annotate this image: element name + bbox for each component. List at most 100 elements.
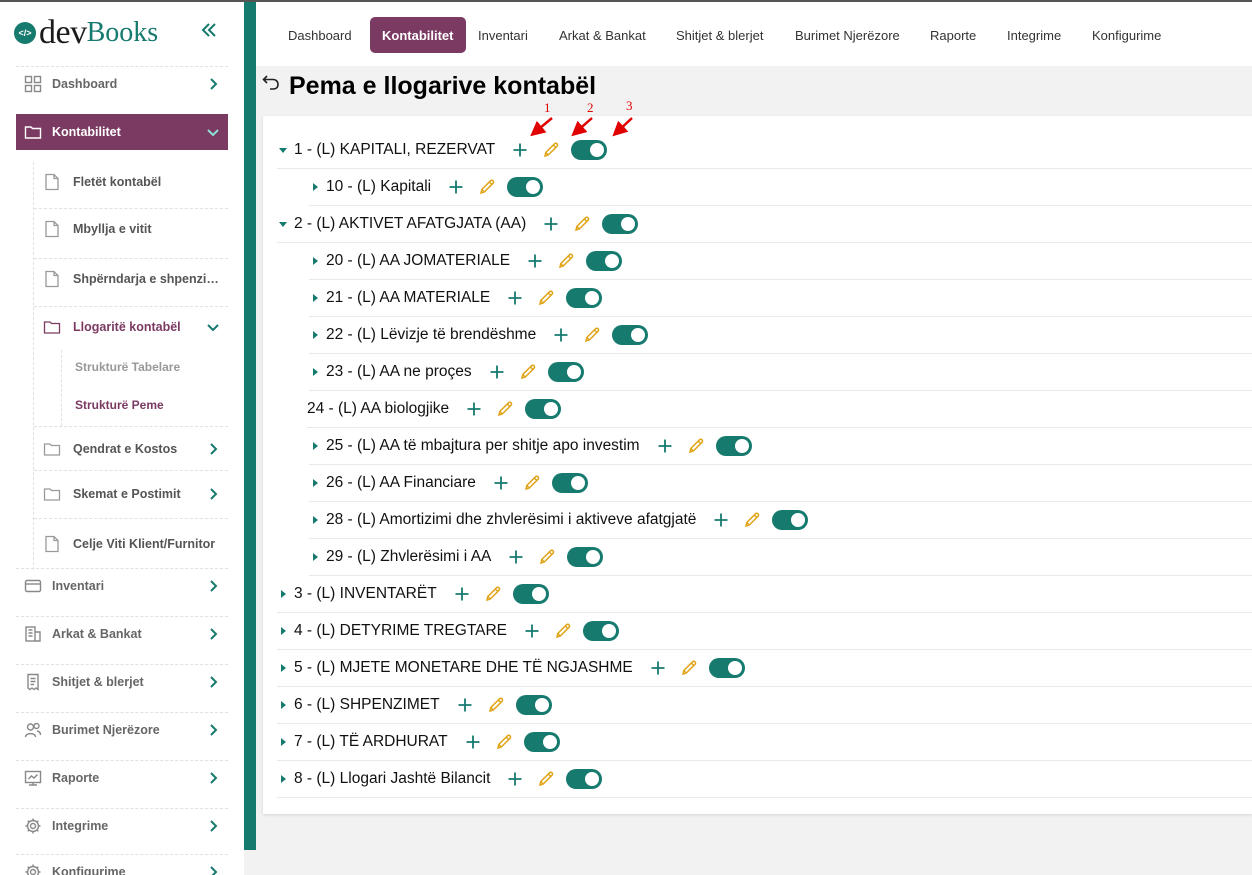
active-toggle[interactable] — [551, 473, 588, 493]
tree-node[interactable]: 26 - (L) AA Financiare — [309, 465, 1252, 502]
sidebar-item-raporte[interactable]: Raporte — [16, 760, 228, 794]
plus-icon[interactable] — [451, 583, 473, 605]
pencil-icon[interactable] — [571, 213, 593, 235]
active-toggle[interactable] — [612, 325, 649, 345]
active-toggle[interactable] — [523, 732, 560, 752]
active-toggle[interactable] — [708, 658, 745, 678]
sidebar-subsubitem-struktura-peme[interactable]: Strukturë Peme — [62, 386, 228, 424]
pencil-icon[interactable] — [517, 361, 539, 383]
sidebar-subitem-fletet-kontabel[interactable]: Fletët kontabël — [34, 162, 228, 202]
pencil-icon[interactable] — [476, 176, 498, 198]
active-toggle[interactable] — [515, 695, 552, 715]
plus-icon[interactable] — [550, 324, 572, 346]
sidebar-item-konfigurime[interactable]: Konfigurime — [16, 854, 228, 875]
plus-icon[interactable] — [445, 176, 467, 198]
active-toggle[interactable] — [715, 436, 752, 456]
tree-node[interactable]: 7 - (L) TË ARDHURAT — [277, 724, 1252, 761]
tree-node[interactable]: 22 - (L) Lëvizje të brendëshme — [309, 317, 1252, 354]
sidebar-item-kontabilitet[interactable]: Kontabilitet — [16, 114, 228, 150]
sidebar-item-integrime[interactable]: Integrime — [16, 808, 228, 842]
sidebar-subitem-shperndarja[interactable]: Shpërndarja e shpenzimeve — [34, 258, 228, 298]
caret-right-icon[interactable] — [277, 736, 289, 748]
caret-right-icon[interactable] — [309, 440, 321, 452]
tree-node[interactable]: 21 - (L) AA MATERIALE — [309, 280, 1252, 317]
tab-raporte[interactable]: Raporte — [918, 17, 988, 53]
plus-icon[interactable] — [462, 731, 484, 753]
active-toggle[interactable] — [602, 214, 639, 234]
active-toggle[interactable] — [566, 769, 603, 789]
caret-right-icon[interactable] — [277, 588, 289, 600]
pencil-icon[interactable] — [741, 509, 763, 531]
plus-icon[interactable] — [521, 620, 543, 642]
caret-right-icon[interactable] — [277, 773, 289, 785]
plus-icon[interactable] — [710, 509, 732, 531]
tab-konfigurime[interactable]: Konfigurime — [1080, 17, 1173, 53]
pencil-icon[interactable] — [535, 287, 557, 309]
active-toggle[interactable] — [525, 399, 562, 419]
sidebar-subsubitem-struktura-tabelare[interactable]: Strukturë Tabelare — [62, 348, 228, 386]
active-toggle[interactable] — [586, 251, 623, 271]
caret-right-icon[interactable] — [277, 662, 289, 674]
caret-right-icon[interactable] — [309, 255, 321, 267]
tree-node[interactable]: 24 - (L) AA biologjike — [307, 391, 1252, 428]
tree-node[interactable]: 2 - (L) AKTIVET AFATGJATA (AA) — [277, 206, 1252, 243]
pencil-icon[interactable] — [485, 694, 507, 716]
caret-right-icon[interactable] — [309, 514, 321, 526]
active-toggle[interactable] — [567, 547, 604, 567]
plus-icon[interactable] — [654, 435, 676, 457]
tab-inventari[interactable]: Inventari — [466, 17, 540, 53]
pencil-icon[interactable] — [685, 435, 707, 457]
caret-right-icon[interactable] — [309, 477, 321, 489]
pencil-icon[interactable] — [536, 546, 558, 568]
active-toggle[interactable] — [566, 288, 603, 308]
active-toggle[interactable] — [583, 621, 620, 641]
sidebar-item-dashboard[interactable]: Dashboard — [16, 66, 228, 100]
caret-right-icon[interactable] — [309, 551, 321, 563]
pencil-icon[interactable] — [493, 731, 515, 753]
tab-burimet-njerezore[interactable]: Burimet Njerëzore — [783, 17, 912, 53]
tree-node[interactable]: 25 - (L) AA të mbajtura per shitje apo i… — [309, 428, 1252, 465]
caret-right-icon[interactable] — [309, 329, 321, 341]
caret-right-icon[interactable] — [309, 292, 321, 304]
sidebar-item-inventari[interactable]: Inventari — [16, 568, 228, 602]
tree-node[interactable]: 23 - (L) AA ne proçes — [309, 354, 1252, 391]
double-chevron-left-icon[interactable] — [199, 20, 219, 40]
active-toggle[interactable] — [547, 362, 584, 382]
plus-icon[interactable] — [540, 213, 562, 235]
tree-node[interactable]: 20 - (L) AA JOMATERIALE — [309, 243, 1252, 280]
plus-icon[interactable] — [505, 546, 527, 568]
tab-dashboard[interactable]: Dashboard — [276, 17, 364, 53]
tree-node[interactable]: 29 - (L) Zhvlerësimi i AA — [309, 539, 1252, 576]
plus-icon[interactable] — [490, 472, 512, 494]
caret-right-icon[interactable] — [277, 699, 289, 711]
tree-node[interactable]: 8 - (L) Llogari Jashtë Bilancit — [277, 761, 1252, 798]
pencil-icon[interactable] — [521, 472, 543, 494]
plus-icon[interactable] — [504, 768, 526, 790]
sidebar-subitem-celje-viti[interactable]: Celje Viti Klient/Furnitor — [34, 518, 228, 568]
pencil-icon[interactable] — [482, 583, 504, 605]
plus-icon[interactable] — [647, 657, 669, 679]
pencil-icon[interactable] — [535, 768, 557, 790]
caret-right-icon[interactable] — [309, 181, 321, 193]
tab-integrime[interactable]: Integrime — [995, 17, 1073, 53]
sidebar-item-arkat-bankat[interactable]: Arkat & Bankat — [16, 616, 228, 650]
caret-down-icon[interactable] — [277, 218, 289, 230]
sidebar-subitem-llogarite-kontabel[interactable]: Llogaritë kontabël — [34, 306, 228, 346]
sidebar-item-shitjet-blerjet[interactable]: Shitjet & blerjet — [16, 664, 228, 698]
active-toggle[interactable] — [512, 584, 549, 604]
active-toggle[interactable] — [507, 177, 544, 197]
tab-arkat-bankat[interactable]: Arkat & Bankat — [547, 17, 658, 53]
app-logo[interactable]: </> dev Books — [14, 14, 158, 52]
tab-shitjet-blerjet[interactable]: Shitjet & blerjet — [664, 17, 775, 53]
sidebar-item-burimet-njerezore[interactable]: Burimet Njerëzore — [16, 712, 228, 746]
sidebar-subitem-qendrat-e-kostos[interactable]: Qendrat e Kostos — [34, 426, 228, 470]
sidebar-subitem-skemat-e-postimit[interactable]: Skemat e Postimit — [34, 470, 228, 516]
plus-icon[interactable] — [504, 287, 526, 309]
tree-node[interactable]: 6 - (L) SHPENZIMET — [277, 687, 1252, 724]
caret-down-icon[interactable] — [277, 144, 289, 156]
pencil-icon[interactable] — [494, 398, 516, 420]
sidebar-subitem-mbyllja-e-vitit[interactable]: Mbyllja e vitit — [34, 208, 228, 248]
pencil-icon[interactable] — [555, 250, 577, 272]
pencil-icon[interactable] — [552, 620, 574, 642]
tree-node[interactable]: 5 - (L) MJETE MONETARE DHE TË NGJASHME — [277, 650, 1252, 687]
